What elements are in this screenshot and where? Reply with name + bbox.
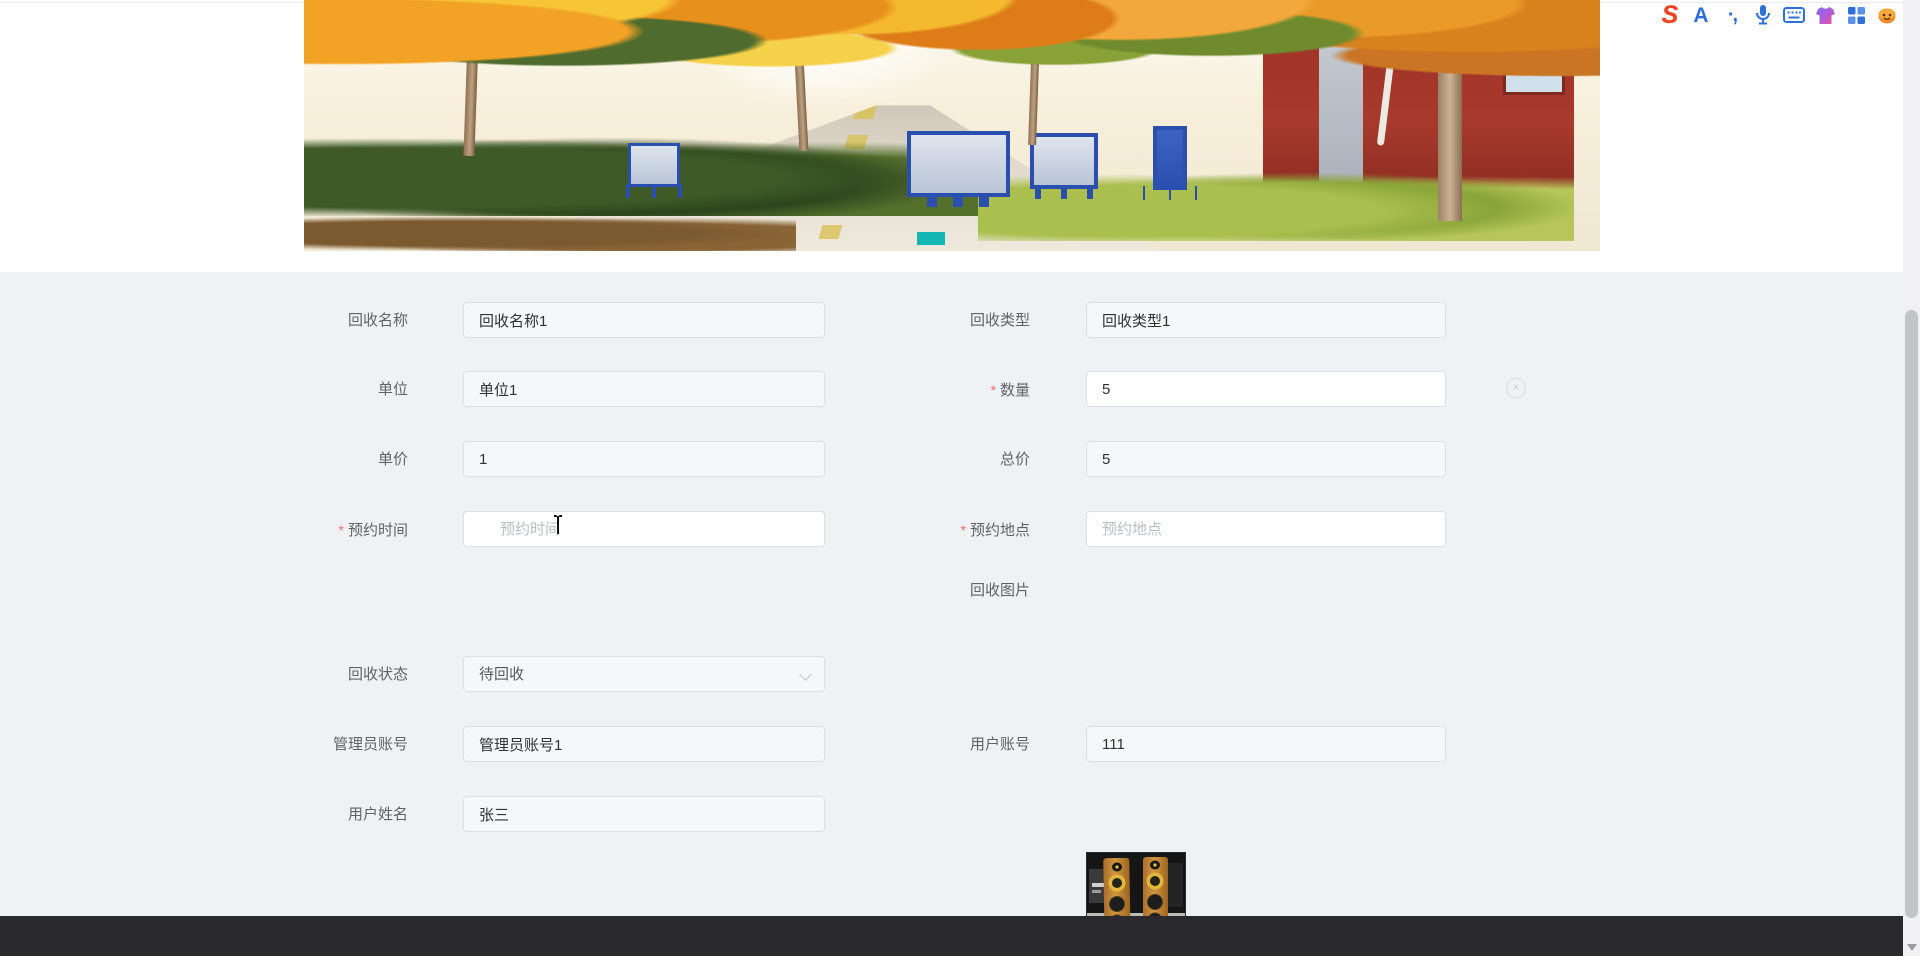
punctuation-icon[interactable]: ·, [1721,3,1743,27]
page: S A ·, 回收名称 回收名称1 回收类型 回收类型1 单位 单位1 * 数量… [0,0,1920,956]
scrollbar-down-arrow[interactable] [1907,944,1917,951]
carousel-indicator[interactable] [917,232,945,245]
recycle-image-label: 回收图片 [969,582,1030,599]
reserve-time-label: * 预约时间 [338,522,408,539]
sogou-logo-icon[interactable]: S [1659,2,1681,27]
reserve-place-label: * 预约地点 [960,522,1030,539]
recycle-type-label: 回收类型 [969,312,1030,329]
admin-account-input[interactable] [463,726,825,762]
recycle-name-label: 回收名称 [347,312,408,329]
toolbox-icon[interactable] [1845,3,1867,27]
recycle-status-select[interactable]: 待回收 [463,656,825,692]
user-account-input[interactable] [1086,726,1446,762]
keyboard-icon[interactable] [1783,3,1805,27]
reserve-time-input[interactable] [463,511,825,547]
skin-icon[interactable] [1814,3,1836,27]
recycle-status-label: 回收状态 [347,666,408,683]
campus-banner-image [304,0,1600,251]
emoji-icon[interactable] [1876,3,1898,27]
clear-icon[interactable]: × [1506,378,1526,398]
recycle-type-input[interactable] [1086,302,1446,338]
user-name-input[interactable] [463,796,825,832]
unit-input[interactable] [463,371,825,407]
quantity-label: * 数量 [990,382,1030,399]
browser-toolbar: S A ·, [1659,1,1898,29]
recycle-detail-form: 回收名称 回收类型 单位 *数量 单价 总价 *预约时间 *预约地点 回收图片 [0,272,1920,952]
quantity-input[interactable] [1086,371,1446,407]
vertical-scrollbar[interactable] [1903,0,1920,956]
reserve-place-input[interactable] [1086,511,1446,547]
user-name-label: 用户姓名 [347,806,408,823]
total-price-input[interactable] [1086,441,1446,477]
unit-label: 单位 [377,381,408,398]
chevron-down-icon [799,668,812,681]
total-price-label: 总价 [999,451,1030,468]
user-account-label: 用户账号 [969,736,1030,753]
unit-price-label: 单价 [377,451,408,468]
unit-price-input[interactable] [463,441,825,477]
autumn-tree-canopy [304,0,1600,171]
recycle-name-input[interactable] [463,302,825,338]
page-footer [0,916,1920,956]
microphone-icon[interactable] [1752,3,1774,27]
font-style-icon[interactable]: A [1690,3,1712,27]
scrollbar-thumb[interactable] [1905,310,1918,918]
admin-account-label: 管理员账号 [332,736,408,753]
